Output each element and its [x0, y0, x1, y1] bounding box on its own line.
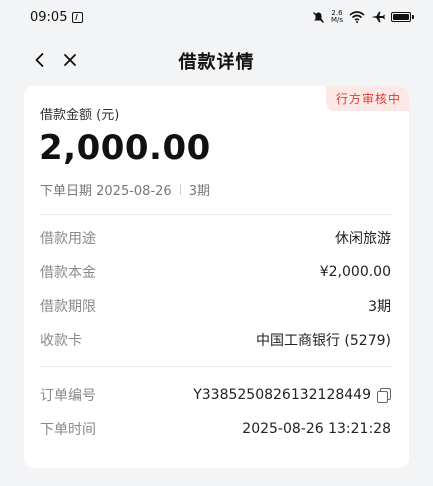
status-time: 09:05: [30, 9, 68, 25]
detail-row-term: 借款期限 3期: [40, 296, 391, 316]
status-bar: 09:05 2.6 M/s: [0, 0, 433, 34]
detail-row-principal: 借款本金 ¥2,000.00: [40, 262, 391, 282]
detail-label: 订单编号: [40, 388, 96, 404]
order-term: 3期: [188, 184, 210, 199]
divider: [40, 366, 393, 367]
detail-label: 收款卡: [40, 333, 82, 349]
network-speed: 2.6 M/s: [331, 10, 343, 24]
detail-row-purpose: 借款用途 休闲旅游: [40, 228, 391, 248]
order-number-group: Y3385250826132128449: [193, 387, 391, 403]
amount-value: 2,000.00: [39, 128, 211, 168]
detail-label: 借款用途: [40, 231, 96, 247]
detail-label: 借款期限: [40, 299, 96, 315]
order-meta: 下单日期 2025-08-26 3期: [40, 180, 210, 199]
order-date: 下单日期 2025-08-26: [40, 184, 172, 199]
battery-icon: [391, 12, 414, 22]
divider: [40, 214, 393, 215]
detail-value: ¥2,000.00: [319, 264, 391, 280]
detail-row-order-time: 下单时间 2025-08-26 13:21:28: [40, 419, 391, 439]
detail-row-order-number: 订单编号 Y3385250826132128449: [40, 385, 391, 405]
detail-value: 3期: [368, 299, 391, 315]
nav-bar: 借款详情: [0, 40, 433, 80]
mute-icon: [312, 11, 324, 23]
status-right: 2.6 M/s: [312, 10, 414, 24]
airplane-icon: [371, 11, 385, 23]
detail-label: 借款本金: [40, 265, 96, 281]
amount-label: 借款金额 (元): [40, 108, 120, 123]
loan-detail-card: 行方审核中 借款金额 (元) 2,000.00 下单日期 2025-08-26 …: [24, 86, 409, 468]
speed-unit: M/s: [330, 16, 343, 24]
detail-value: 2025-08-26 13:21:28: [242, 421, 391, 437]
detail-value: 休闲旅游: [335, 231, 391, 247]
detail-value: Y3385250826132128449: [193, 387, 371, 403]
page-title: 借款详情: [178, 52, 255, 73]
copy-icon[interactable]: [377, 388, 391, 403]
detail-row-receiving-card: 收款卡 中国工商银行 (5279): [40, 330, 391, 350]
status-badge: 行方审核中: [325, 86, 409, 111]
detail-value: 中国工商银行 (5279): [255, 333, 391, 349]
status-left: 09:05: [30, 9, 84, 25]
wifi-icon: [349, 11, 365, 23]
nfc-icon: [72, 11, 84, 23]
detail-label: 下单时间: [40, 422, 96, 438]
meta-divider: [179, 184, 181, 195]
